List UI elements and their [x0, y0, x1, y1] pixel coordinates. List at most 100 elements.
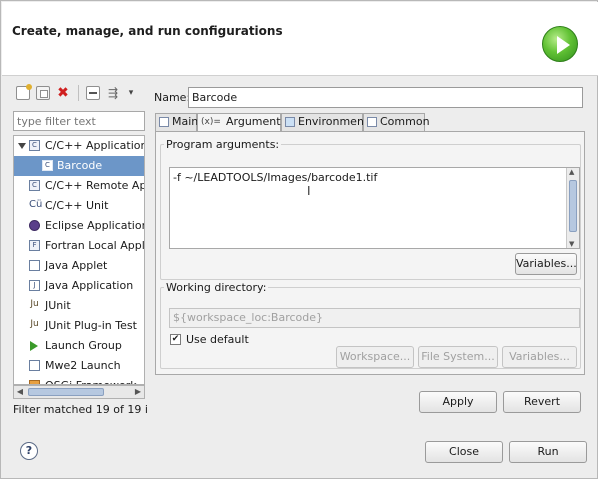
program-arguments-group: Program arguments: -f ~/LEADTOOLS/Images…: [160, 138, 581, 280]
arguments-tab-panel: Program arguments: -f ~/LEADTOOLS/Images…: [155, 131, 585, 375]
tree-item-label: Mwe2 Launch: [45, 359, 121, 372]
tree-item-label: C/C++ Unit: [45, 199, 109, 212]
filter-icon[interactable]: ⇶: [106, 86, 120, 100]
program-arguments-textarea[interactable]: -f ~/LEADTOOLS/Images/barcode1.tif I ▲ ▼: [169, 167, 580, 249]
tree-item-c-cpp-unit[interactable]: Cü C/C++ Unit: [14, 196, 144, 216]
main-tab-icon: [159, 117, 169, 127]
tree-item-java-app[interactable]: J Java Application: [14, 276, 144, 296]
expand-arrow-icon[interactable]: [18, 143, 26, 149]
tree-item-junit[interactable]: Ju JUnit: [14, 296, 144, 316]
fortran-icon: F: [29, 240, 40, 251]
c-app-icon: C: [29, 140, 40, 151]
tab-arguments[interactable]: (x)= Arguments: [197, 113, 286, 132]
java-applet-icon: [29, 260, 40, 271]
common-tab-icon: [367, 117, 377, 127]
file-system-button[interactable]: File System...: [418, 346, 498, 368]
tab-environment[interactable]: Environment: [281, 113, 368, 131]
scroll-thumb[interactable]: [569, 180, 577, 232]
launch-group-icon: [30, 341, 38, 351]
c-remote-icon: C: [29, 180, 40, 191]
junit-plugin-icon: Ju: [30, 319, 39, 329]
scroll-thumb[interactable]: [28, 388, 104, 396]
tree-item-barcode[interactable]: C Barcode: [14, 156, 144, 176]
name-label: Name:: [154, 91, 191, 104]
config-tabs: Main (x)= Arguments Environment Common: [155, 113, 585, 132]
view-menu-icon[interactable]: ▾: [124, 86, 138, 100]
duplicate-icon[interactable]: [36, 86, 50, 100]
working-directory-label: Working directory:: [164, 281, 269, 294]
program-variables-button[interactable]: Variables...: [515, 253, 577, 275]
workdir-variables-button[interactable]: Variables...: [502, 346, 577, 368]
run-button[interactable]: Run: [509, 441, 587, 463]
scroll-left-icon[interactable]: ◀: [14, 386, 26, 398]
tree-item-label: JUnit Plug-in Test: [45, 319, 137, 332]
tree-item-label: Eclipse Application: [45, 219, 145, 232]
dialog-header: Create, manage, and run configurations: [2, 2, 598, 76]
revert-button[interactable]: Revert: [503, 391, 581, 413]
use-default-label: Use default: [186, 333, 249, 346]
name-input[interactable]: [192, 88, 572, 107]
tree-item-label: Java Applet: [45, 259, 108, 272]
arguments-tab-icon: (x)=: [201, 117, 221, 127]
tree-horizontal-scrollbar[interactable]: ◀ ▶: [13, 385, 145, 399]
run-play-icon: [542, 26, 578, 62]
tab-label: Arguments: [226, 115, 287, 128]
configuration-editor: Name: Main (x)= Arguments Environment Co…: [151, 81, 591, 421]
environment-tab-icon: [285, 117, 295, 127]
launch-configurations-dialog: Create, manage, and run configurations ✖…: [0, 0, 598, 479]
tree-item-junit-plugin[interactable]: Ju JUnit Plug-in Test: [14, 316, 144, 336]
workspace-button[interactable]: Workspace...: [336, 346, 414, 368]
filter-input[interactable]: [17, 112, 137, 130]
tree-item-mwe2[interactable]: Mwe2 Launch: [14, 356, 144, 376]
working-directory-group: Working directory: ${workspace_loc:Barco…: [160, 281, 581, 369]
tree-item-label: Barcode: [57, 159, 103, 172]
program-arguments-value: -f ~/LEADTOOLS/Images/barcode1.tif: [173, 171, 378, 184]
text-cursor-icon: I: [307, 184, 311, 198]
eclipse-icon: [29, 220, 40, 231]
tab-common[interactable]: Common: [363, 113, 430, 131]
new-config-icon[interactable]: [16, 84, 32, 100]
tree-item-eclipse-app[interactable]: Eclipse Application: [14, 216, 145, 236]
program-arguments-label: Program arguments:: [164, 138, 282, 151]
apply-button[interactable]: Apply: [419, 391, 497, 413]
use-default-checkbox[interactable]: ✔: [170, 334, 181, 345]
tree-item-label: Launch Group: [45, 339, 122, 352]
working-directory-field[interactable]: ${workspace_loc:Barcode}: [169, 308, 580, 328]
tree-item-label: Fortran Local Application: [45, 239, 145, 252]
configurations-toolbar: ✖ ⇶ ▾: [10, 81, 147, 107]
tree-item-fortran[interactable]: F Fortran Local Application: [14, 236, 145, 256]
tree-item-c-cpp-remote[interactable]: C C/C++ Remote Application: [14, 176, 145, 196]
tree-item-launch-group[interactable]: Launch Group: [14, 336, 144, 356]
filter-status: Filter matched 19 of 19 items: [13, 403, 147, 416]
close-button[interactable]: Close: [425, 441, 503, 463]
collapse-all-icon[interactable]: [86, 86, 100, 100]
scroll-up-icon[interactable]: ▲: [569, 168, 574, 176]
tree-item-label: C/C++ Remote Application: [45, 179, 145, 192]
tree-item-osgi[interactable]: OSGi Framework: [14, 376, 144, 384]
scroll-right-icon[interactable]: ▶: [132, 386, 144, 398]
tab-label: Common: [380, 115, 430, 128]
tree-item-label: JUnit: [45, 299, 71, 312]
tree-item-label: Java Application: [45, 279, 134, 292]
c-config-icon: C: [42, 160, 53, 171]
name-field[interactable]: [188, 87, 583, 108]
tab-label: Environment: [298, 115, 369, 128]
filter-input-box[interactable]: [13, 111, 145, 131]
tree-item-label: OSGi Framework: [45, 376, 137, 384]
help-icon[interactable]: ?: [20, 442, 38, 460]
configuration-tree[interactable]: C C/C++ Application C Barcode C C/C++ Re…: [13, 135, 145, 385]
scroll-down-icon[interactable]: ▼: [569, 240, 574, 248]
junit-icon: Ju: [30, 299, 39, 309]
tree-item-label: C/C++ Application: [45, 139, 145, 152]
arguments-vertical-scrollbar[interactable]: ▲ ▼: [566, 168, 579, 248]
dialog-title: Create, manage, and run configurations: [12, 24, 283, 38]
c-unit-icon: Cü: [29, 199, 43, 210]
delete-icon[interactable]: ✖: [56, 86, 70, 100]
toolbar-separator: [78, 85, 79, 101]
tree-item-java-applet[interactable]: Java Applet: [14, 256, 144, 276]
tree-item-c-cpp-application[interactable]: C C/C++ Application: [14, 136, 145, 156]
mwe2-icon: [29, 360, 40, 371]
tab-main[interactable]: Main: [155, 113, 198, 131]
configurations-panel: ✖ ⇶ ▾ C C/C++ Application C Barcode C C/…: [10, 81, 147, 421]
java-app-icon: J: [29, 280, 40, 291]
